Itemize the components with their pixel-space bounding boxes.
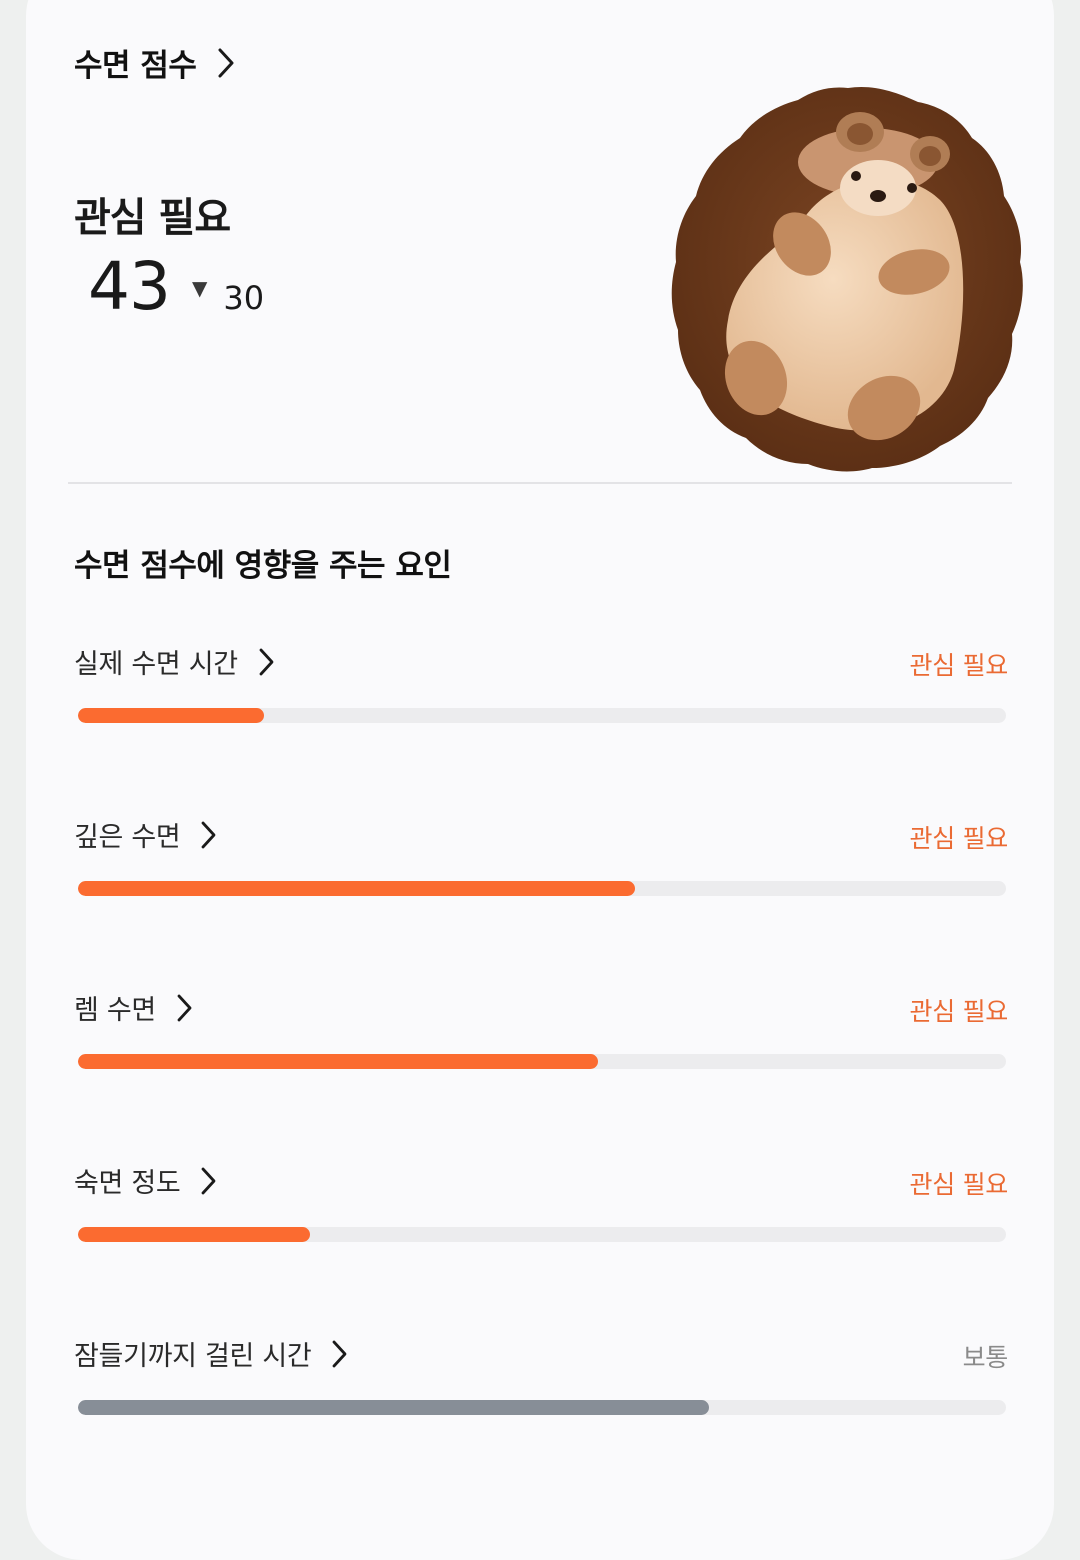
score-change-value: 30 xyxy=(223,279,265,317)
sleep-score-title: 수면 점수 xyxy=(74,48,197,84)
factor-progress-fill xyxy=(78,881,635,896)
factor-actual-sleep-time: 실제 수면 시간 관심 필요 xyxy=(74,642,1009,723)
factor-label: 숙면 정도 xyxy=(74,1168,181,1199)
factor-status: 보통 xyxy=(962,1343,1009,1372)
sleep-status-label: 관심 필요 xyxy=(74,195,231,241)
hedgehog-mascot-icon xyxy=(668,80,1028,475)
factor-progress-track xyxy=(78,1400,1006,1415)
factor-link-deep-sleep[interactable]: 깊은 수면 xyxy=(74,815,1008,854)
factor-progress-track xyxy=(78,1054,1006,1069)
factor-label: 실제 수면 시간 xyxy=(74,649,238,680)
factor-label: 깊은 수면 xyxy=(74,822,181,853)
chevron-right-icon xyxy=(216,47,236,79)
factor-sleep-quality: 숙면 정도 관심 필요 xyxy=(74,1161,1009,1242)
factor-link-actual-sleep-time[interactable]: 실제 수면 시간 xyxy=(74,642,1008,681)
factor-deep-sleep: 깊은 수면 관심 필요 xyxy=(74,815,1009,896)
factor-status: 관심 필요 xyxy=(909,824,1009,853)
factor-progress-fill xyxy=(78,1227,310,1242)
factor-progress-fill xyxy=(78,1400,710,1415)
factor-label: 잠들기까지 걸린 시간 xyxy=(74,1341,312,1372)
chevron-right-icon xyxy=(176,993,194,1023)
factor-progress-fill xyxy=(78,1054,598,1069)
chevron-right-icon xyxy=(200,820,218,850)
section-divider xyxy=(68,482,1012,484)
factor-link-sleep-quality[interactable]: 숙면 정도 xyxy=(74,1161,1008,1200)
factor-sleep-latency: 잠들기까지 걸린 시간 보통 xyxy=(74,1334,1009,1415)
factor-label: 렘 수면 xyxy=(74,995,156,1026)
chevron-right-icon xyxy=(200,1166,218,1196)
chevron-right-icon xyxy=(258,647,276,677)
sleep-score-header-link[interactable]: 수면 점수 xyxy=(74,40,236,85)
sleep-score-value: 43 xyxy=(88,248,171,325)
score-row: 43 ▼ 30 xyxy=(88,248,264,325)
factor-link-rem-sleep[interactable]: 렘 수면 xyxy=(74,988,1008,1027)
factor-status: 관심 필요 xyxy=(909,651,1009,680)
factor-progress-fill xyxy=(78,708,264,723)
chevron-right-icon xyxy=(331,1339,349,1369)
triangle-down-icon: ▼ xyxy=(191,276,208,300)
factors-section-title: 수면 점수에 영향을 주는 요인 xyxy=(74,548,452,584)
factor-status: 관심 필요 xyxy=(909,1170,1009,1199)
factor-progress-track xyxy=(78,881,1006,896)
factor-progress-track xyxy=(78,1227,1006,1242)
factor-rem-sleep: 렘 수면 관심 필요 xyxy=(74,988,1009,1069)
factor-progress-track xyxy=(78,708,1006,723)
factor-status: 관심 필요 xyxy=(909,997,1009,1026)
factor-link-sleep-latency[interactable]: 잠들기까지 걸린 시간 xyxy=(74,1334,1008,1373)
